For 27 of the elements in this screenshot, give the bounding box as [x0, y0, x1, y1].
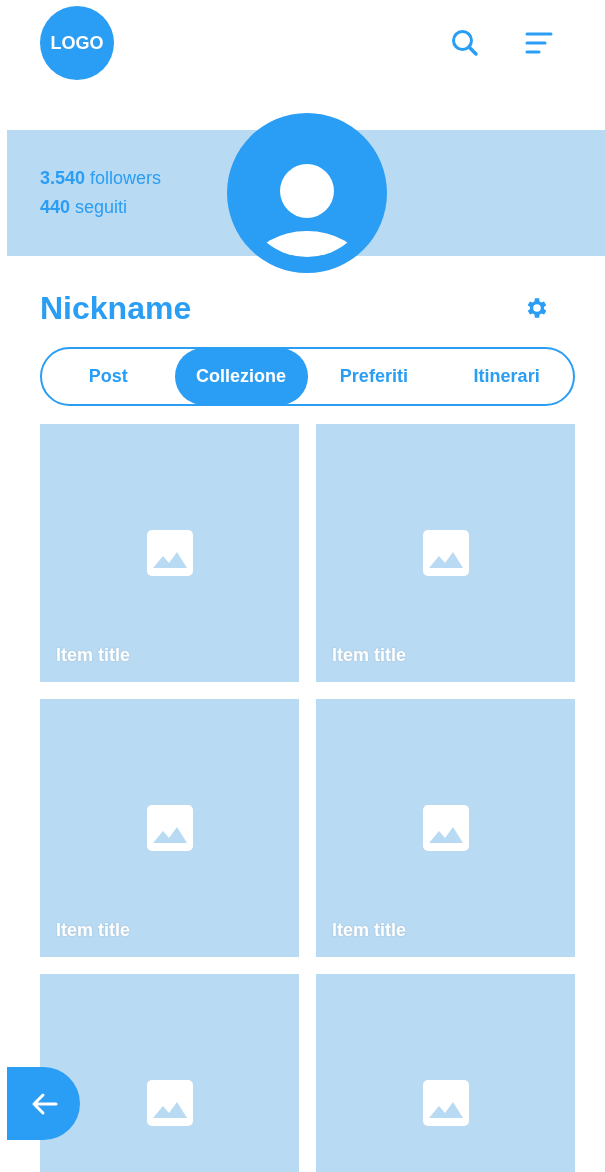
item-title: Item title [56, 645, 130, 666]
item-card[interactable]: Item title [316, 424, 575, 682]
item-card[interactable] [316, 974, 575, 1172]
item-title: Item title [56, 920, 130, 941]
item-title: Item title [332, 920, 406, 941]
image-icon [422, 530, 469, 576]
tab[interactable]: Preferiti [307, 349, 441, 404]
item-card[interactable]: Item title [40, 424, 299, 682]
followers-count: 3.540 followers [40, 168, 162, 189]
tab[interactable]: Itinerari [440, 349, 573, 404]
image-icon [146, 1080, 193, 1126]
item-card[interactable]: Item title [40, 699, 299, 957]
nickname: Nickname [40, 289, 192, 327]
avatar-icon [227, 113, 387, 273]
logo[interactable]: LOGO [40, 6, 114, 80]
image-icon [422, 805, 469, 851]
search-icon[interactable] [451, 29, 479, 57]
tab[interactable]: Post [42, 349, 175, 404]
item-card[interactable] [40, 974, 299, 1172]
item-card[interactable]: Item title [316, 699, 575, 957]
menu-icon[interactable] [525, 31, 553, 55]
item-title: Item title [332, 645, 406, 666]
image-icon [146, 530, 193, 576]
image-icon [146, 805, 193, 851]
tab[interactable]: Collezione [174, 349, 308, 404]
following-count: 440 seguiti [40, 197, 128, 218]
image-icon [422, 1080, 469, 1126]
